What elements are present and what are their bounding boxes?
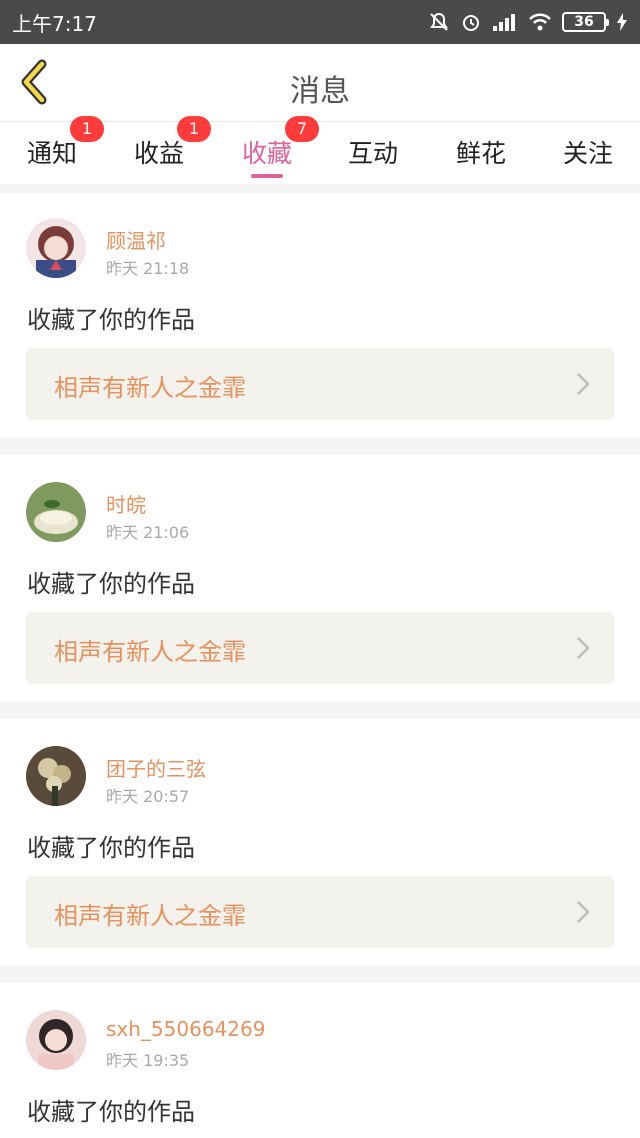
active-tab-indicator xyxy=(251,174,283,178)
wifi-icon xyxy=(528,12,552,32)
tab-flowers[interactable]: 鲜花 xyxy=(431,122,531,184)
avatar[interactable] xyxy=(26,218,86,278)
tab-label: 关注 xyxy=(562,139,613,168)
action-text: 收藏了你的作品 xyxy=(27,834,195,862)
charging-icon xyxy=(616,12,628,32)
status-time: 上午7:17 xyxy=(12,11,97,36)
tab-follows[interactable]: 关注 xyxy=(538,122,638,184)
battery-indicator: 36 xyxy=(562,12,609,32)
chevron-right-icon xyxy=(577,901,590,923)
page-title: 消息 xyxy=(290,74,350,109)
tab-favorites[interactable]: 收藏 7 xyxy=(217,116,319,184)
signal-icon xyxy=(492,12,518,32)
timestamp: 昨天 20:57 xyxy=(106,787,190,806)
alarm-icon xyxy=(460,11,482,33)
work-link[interactable]: 相声有新人之金霏 xyxy=(26,612,614,684)
app-header: 消息 xyxy=(0,44,640,122)
tab-interactions[interactable]: 互动 xyxy=(323,122,423,184)
mute-bell-icon xyxy=(428,11,450,33)
work-title: 相声有新人之金霏 xyxy=(54,374,246,402)
username[interactable]: 团子的三弦 xyxy=(106,753,206,782)
chevron-right-icon xyxy=(577,373,590,395)
avatar[interactable] xyxy=(26,1010,86,1070)
notification-card: sxh_550664269 昨天 19:35 收藏了你的作品 xyxy=(0,983,640,1138)
chevron-right-icon xyxy=(577,637,590,659)
work-link[interactable]: 相声有新人之金霏 xyxy=(26,876,614,948)
tab-label: 鲜花 xyxy=(455,139,506,168)
work-link[interactable]: 相声有新人之金霏 xyxy=(26,348,614,420)
action-text: 收藏了你的作品 xyxy=(27,306,195,334)
status-icons: 36 xyxy=(428,11,628,33)
timestamp: 昨天 19:35 xyxy=(106,1051,190,1070)
status-bar: 上午7:17 36 xyxy=(0,0,640,44)
notification-card: 顾温祁 昨天 21:18 收藏了你的作品 相声有新人之金霏 xyxy=(0,193,640,437)
work-title: 相声有新人之金霏 xyxy=(54,638,246,666)
tab-bar: 通知 1 收益 1 收藏 7 互动 鲜花 关注 xyxy=(0,116,640,184)
notification-card: 团子的三弦 昨天 20:57 收藏了你的作品 相声有新人之金霏 xyxy=(0,719,640,965)
username[interactable]: 时皖 xyxy=(106,489,146,518)
work-title: 相声有新人之金霏 xyxy=(54,902,246,930)
tab-label: 互动 xyxy=(347,139,398,168)
avatar[interactable] xyxy=(26,746,86,806)
timestamp: 昨天 21:18 xyxy=(106,259,190,278)
notification-card: 时皖 昨天 21:06 收藏了你的作品 相声有新人之金霏 xyxy=(0,455,640,701)
username[interactable]: sxh_550664269 xyxy=(106,1017,265,1041)
unread-badge: 1 xyxy=(70,116,104,142)
unread-badge: 1 xyxy=(177,116,211,142)
avatar[interactable] xyxy=(26,482,86,542)
timestamp: 昨天 21:06 xyxy=(106,523,190,542)
tab-notifications[interactable]: 通知 1 xyxy=(2,116,104,184)
action-text: 收藏了你的作品 xyxy=(27,1098,195,1126)
tab-earnings[interactable]: 收益 1 xyxy=(109,116,211,184)
username[interactable]: 顾温祁 xyxy=(106,225,166,254)
action-text: 收藏了你的作品 xyxy=(27,570,195,598)
unread-badge: 7 xyxy=(285,116,319,142)
